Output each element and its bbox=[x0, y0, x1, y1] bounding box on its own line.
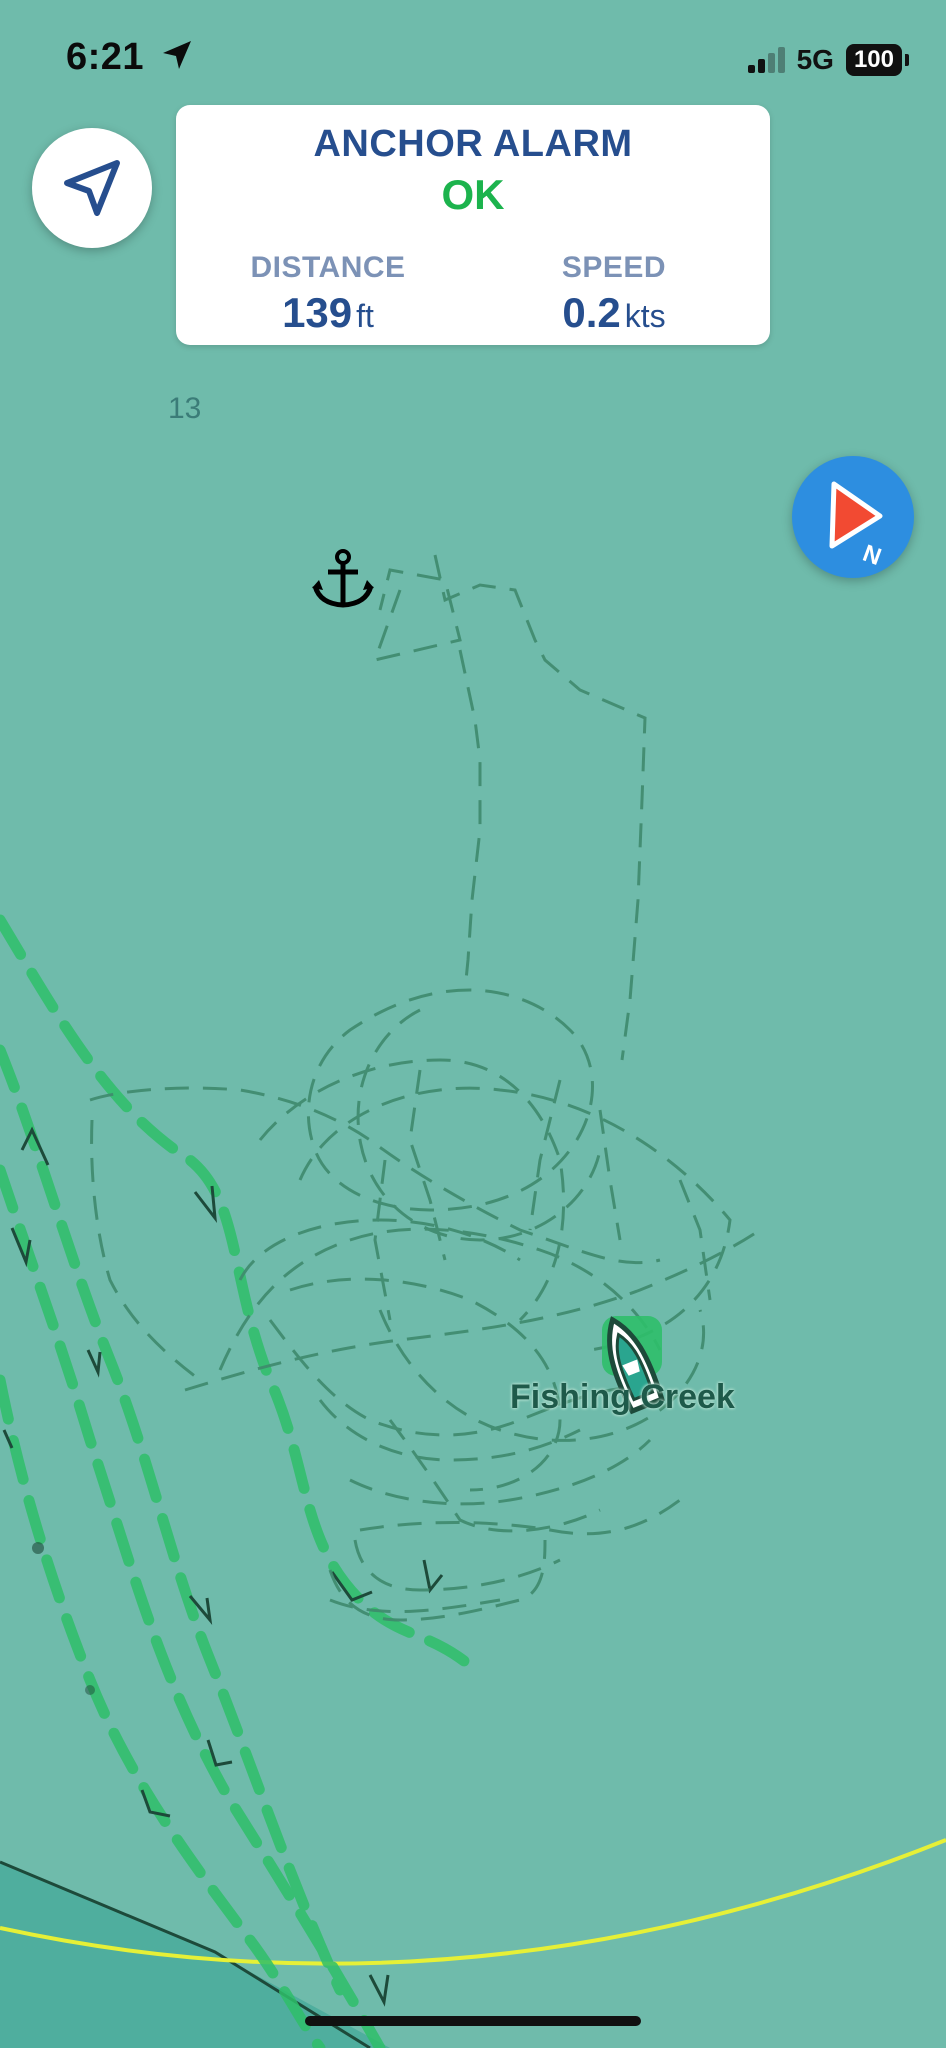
clock: 6:21 bbox=[66, 36, 145, 78]
network-type: 5G bbox=[796, 44, 834, 75]
route-lines bbox=[0, 914, 481, 2048]
north-label: N bbox=[859, 540, 885, 571]
location-arrow-icon bbox=[163, 41, 192, 69]
distance-metric: DISTANCE 139 ft bbox=[208, 251, 448, 337]
place-name-label: Fishing Creek bbox=[510, 1378, 735, 1416]
signal-bars-icon bbox=[747, 47, 785, 73]
depth-sounding: 13 bbox=[168, 392, 202, 425]
battery-indicator: 100 bbox=[845, 44, 910, 76]
home-indicator[interactable] bbox=[305, 2016, 641, 2026]
alarm-status: OK bbox=[441, 171, 505, 218]
distance-value: 139 bbox=[282, 289, 353, 336]
alarm-title: ANCHOR ALARM bbox=[313, 123, 633, 165]
locate-button[interactable] bbox=[32, 128, 152, 248]
distance-label: DISTANCE bbox=[250, 251, 406, 284]
compass-button[interactable]: N bbox=[792, 456, 914, 578]
status-time: 6:21 bbox=[66, 36, 193, 79]
speed-metric: SPEED 0.2 kts bbox=[494, 251, 734, 337]
status-indicators: 5G 100 bbox=[747, 44, 910, 76]
north-compass-icon: N bbox=[829, 481, 885, 571]
navigation-arrow-icon bbox=[64, 160, 120, 216]
anchor-icon bbox=[312, 549, 374, 608]
speed-value: 0.2 bbox=[562, 289, 621, 336]
anchor-alarm-card[interactable]: ANCHOR ALARM OK DISTANCE 139 ft SPEED 0.2… bbox=[176, 105, 770, 345]
speed-unit: kts bbox=[624, 298, 666, 334]
distance-unit: ft bbox=[356, 298, 374, 334]
speed-label: SPEED bbox=[561, 251, 667, 284]
track-history bbox=[89, 554, 761, 1622]
